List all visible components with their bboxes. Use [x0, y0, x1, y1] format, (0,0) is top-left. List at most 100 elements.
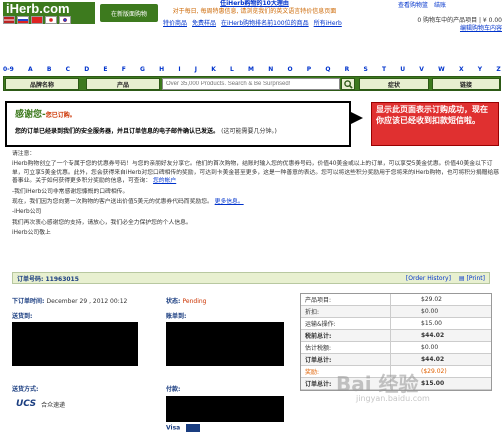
brand-alphabet-index: 0-9 A B C D E F G H I J K L M N O P Q R S T U V W X Y Z [3, 66, 501, 73]
totals-row: 运输&操作: $15.00 [301, 318, 491, 330]
signature-line: iHerb公司敬上 [12, 230, 51, 237]
alpha-link[interactable]: A [28, 66, 33, 73]
tab-links[interactable]: 链接 [432, 78, 500, 90]
payment-label: 付款: [166, 386, 181, 393]
alpha-link[interactable]: S [363, 66, 367, 73]
totals-label: 税前总计: [301, 330, 391, 341]
alpha-link[interactable]: P [307, 66, 311, 73]
cn-storefront-button[interactable]: 在新版面购物 [100, 4, 158, 22]
tab-ailments[interactable]: 症状 [359, 78, 429, 90]
alpha-link[interactable]: G [140, 66, 145, 73]
alpha-link[interactable]: X [459, 66, 464, 73]
alpha-link[interactable]: Z [496, 66, 500, 73]
your-account-link[interactable]: 您的帐户 [153, 178, 176, 184]
redacted-payment [166, 396, 284, 422]
bill-to-label: 账单到: [166, 313, 187, 320]
alpha-link[interactable]: T [382, 66, 386, 73]
flag-us-icon[interactable] [3, 16, 15, 24]
privacy-line: 我们再次衷心感谢您的支持，请放心，我们必全力保护您的个人信息。 [12, 219, 192, 226]
totals-row: 税前总计: $44.02 [301, 330, 491, 342]
search-icon [343, 79, 353, 89]
alpha-link[interactable]: U [400, 66, 405, 73]
note-heading: 请注意： [12, 151, 36, 157]
totals-value: $0.00 [421, 344, 439, 351]
alpha-link[interactable]: J [195, 66, 197, 73]
card-icon [186, 424, 201, 432]
company-line: -iHerb公司 [12, 209, 42, 216]
nav-all-iherb[interactable]: 所有iHerb [314, 18, 342, 27]
promo-banner[interactable]: 任iHerb购物的10大理由 对于每日, 每周特惠信息, 请浏览我们的英文语言特… [162, 0, 347, 16]
print-link[interactable]: ▤ [Print] [459, 275, 485, 282]
nav-specials[interactable]: 特价商品 [163, 18, 187, 27]
flag-jp-icon[interactable] [45, 16, 57, 24]
totals-label: 运输&操作: [301, 318, 391, 329]
totals-value: $15.00 [421, 320, 442, 327]
search-bar: 品牌名称 产品 症状 链接 [3, 76, 501, 91]
coupon-paragraph: iHerb购物创立了一个专属于您的优惠券号码！与您的亲朋好友分享它。他们的首次购… [12, 161, 500, 185]
thanks-title: 感谢您-您已订购。 [15, 110, 76, 120]
alpha-link[interactable]: Y [478, 66, 482, 73]
view-cart-link[interactable]: 查看购物篮 [398, 0, 428, 9]
totals-value: $44.02 [421, 332, 445, 339]
order-number-bar: 订单号码: 11963015 [Order History] ▤ [Print] [12, 272, 490, 284]
callout-arrow-icon [351, 112, 363, 124]
flag-cn-icon[interactable] [31, 16, 43, 24]
edit-cart-link[interactable]: 编辑购物车内容 [460, 25, 502, 32]
ship-to-label: 送货到: [12, 313, 33, 320]
promo-subtext[interactable]: 对于每日, 每周特惠信息, 请浏览我们的英文语言特价信息页面 [162, 8, 347, 16]
watermark: Bai 经验 [336, 372, 419, 396]
checkout-link[interactable]: 结账 [434, 0, 446, 9]
alpha-link[interactable]: K [211, 66, 216, 73]
promo-link[interactable]: 任iHerb购物的10大理由 [162, 0, 347, 8]
search-button[interactable] [341, 78, 355, 90]
top-nav: 特价商品 免费样品 在iHerb购物排名前100位的商品 所有iHerb [163, 18, 342, 27]
alpha-link[interactable]: N [268, 66, 273, 73]
alpha-link[interactable]: C [66, 66, 70, 73]
totals-value: $0.00 [421, 308, 439, 315]
carrier: UCS 合众速递 [16, 399, 65, 409]
totals-row: 订单总计: $44.02 [301, 354, 491, 366]
alpha-link[interactable]: D [84, 66, 89, 73]
alpha-link[interactable]: L [230, 66, 234, 73]
account-links: 查看购物篮 结账 [398, 0, 446, 9]
nav-top-100[interactable]: 在iHerb购物排名前100位的商品 [221, 18, 309, 27]
order-confirmation-box: 感谢您-您已订购。 您的订单已经录到我们的安全服务器，并且订单信息的电子邮件确认… [5, 101, 351, 147]
alpha-link[interactable]: W [438, 66, 445, 73]
language-flags [3, 16, 71, 24]
tab-brands[interactable]: 品牌名称 [5, 78, 79, 90]
alpha-link[interactable]: I [178, 66, 180, 73]
alpha-link[interactable]: F [122, 66, 126, 73]
order-history-link[interactable]: [Order History] [406, 275, 451, 282]
alpha-link[interactable]: V [419, 66, 424, 73]
totals-value: $44.02 [421, 356, 445, 363]
totals-label: 估计税额: [301, 342, 391, 353]
reward-paragraph: 现在，我们因为您向第一次购物的客户送出价值5美元的优惠券代码而奖励您。 更多信息… [12, 199, 244, 206]
nav-free-samples[interactable]: 免费样品 [192, 18, 216, 27]
order-date: 下订单时间: December 29 , 2012 00:12 [12, 298, 128, 305]
order-number: 订单号码: 11963015 [17, 275, 79, 283]
alpha-link[interactable]: E [103, 66, 107, 73]
more-info-link[interactable]: 更多信息。 [215, 199, 244, 205]
alpha-link[interactable]: B [47, 66, 52, 73]
totals-row: 折扣: $0.00 [301, 306, 491, 318]
alpha-link[interactable]: H [159, 66, 164, 73]
alpha-link[interactable]: R [345, 66, 350, 73]
redacted-bill-address [166, 322, 284, 366]
alpha-link[interactable]: M [248, 66, 254, 73]
alpha-link[interactable]: Q [325, 66, 330, 73]
print-icon: ▤ [458, 274, 465, 282]
confirmation-message: 您的订单已经录到我们的安全服务器，并且订单信息的电子邮件确认已发送。 (这可能需… [15, 128, 277, 135]
coupon-info-text: 请注意： iHerb购物创立了一个专属于您的优惠券号码！与您的亲朋好友分享它。他… [12, 150, 500, 240]
totals-value: $29.02 [421, 296, 442, 303]
search-input[interactable] [162, 78, 340, 90]
flag-ru-icon[interactable] [17, 16, 29, 24]
watermark-url: jingyan.baidu.com [356, 394, 430, 403]
flag-kr-icon[interactable] [59, 16, 71, 24]
totals-row: 估计税额: $0.00 [301, 342, 491, 354]
alpha-link[interactable]: 0-9 [3, 66, 14, 73]
redacted-ship-address [12, 322, 138, 366]
tab-products[interactable]: 产品 [86, 78, 160, 90]
cart-count: 0 购物车中的产品项目 | ¥ 0.00 [417, 17, 502, 24]
totals-label: 订单总计: [301, 354, 391, 365]
alpha-link[interactable]: O [287, 66, 292, 73]
